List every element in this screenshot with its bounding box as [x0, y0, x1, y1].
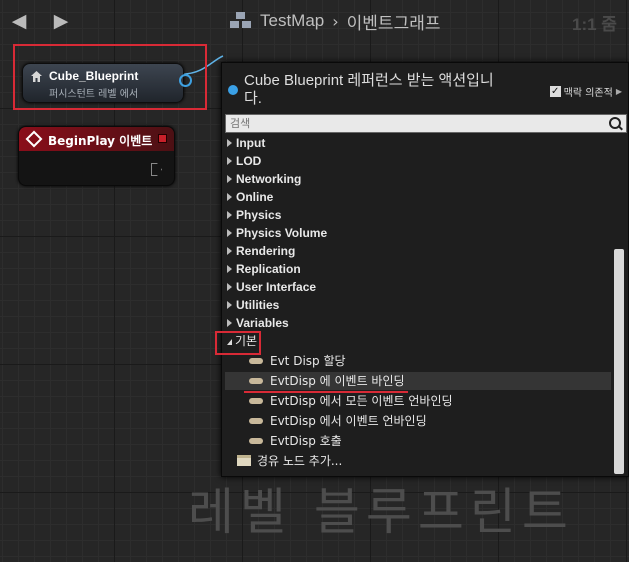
category-label: User Interface — [236, 280, 317, 294]
zoom-level: 1:1 줌 — [572, 15, 617, 34]
category-variables[interactable]: Variables — [225, 314, 611, 332]
menu-item-function[interactable]: EvtDisp 에서 이벤트 언바인딩 — [225, 412, 611, 430]
checkbox-icon[interactable]: ✓ — [549, 86, 561, 97]
category-label: LOD — [236, 154, 262, 168]
expand-arrow-icon — [227, 301, 232, 309]
expand-arrow-icon — [227, 247, 232, 255]
highlight-box-category — [215, 331, 261, 355]
category-replication[interactable]: Replication — [225, 260, 611, 278]
category-label: Networking — [236, 172, 302, 186]
category-rendering[interactable]: Rendering — [225, 242, 611, 260]
event-graph-icon — [230, 12, 252, 30]
delegate-icon — [249, 438, 263, 444]
delegate-icon — [249, 358, 263, 364]
search-input[interactable] — [230, 115, 600, 132]
search-box[interactable] — [225, 114, 627, 133]
category-physics-volume[interactable]: Physics Volume — [225, 224, 611, 242]
expand-arrow-icon — [227, 229, 232, 237]
back-arrow-icon[interactable]: ◀ — [8, 10, 30, 32]
action-menu: Cube Blueprint 레퍼런스 받는 액션입니다. ✓ 맥락 의존적 ▶… — [221, 62, 629, 477]
delegate-icon — [249, 398, 263, 404]
search-icon[interactable] — [609, 117, 621, 129]
scrollbar[interactable] — [614, 249, 624, 474]
category-basic[interactable]: 기본 — [225, 332, 611, 350]
expand-arrow-icon — [227, 283, 232, 291]
category-physics[interactable]: Physics — [225, 206, 611, 224]
watermark-text: 레벨 블루프린트 — [188, 483, 574, 541]
category-utilities[interactable]: Utilities — [225, 296, 611, 314]
category-label: Variables — [236, 316, 289, 330]
context-sensitive-toggle[interactable]: ✓ 맥락 의존적 ▶ — [549, 84, 622, 99]
highlight-underline — [244, 391, 408, 393]
menu-item-label: EvtDisp 에서 모든 이벤트 언바인딩 — [270, 394, 453, 408]
exec-pin-icon[interactable] — [151, 163, 162, 176]
menu-item-function[interactable]: Evt Disp 할당 — [225, 352, 611, 370]
category-label: Utilities — [236, 298, 280, 312]
forward-arrow-icon[interactable]: ▶ — [50, 10, 72, 32]
menu-item-function-selected[interactable]: EvtDisp 에 이벤트 바인딩 — [225, 372, 611, 390]
category-label: Online — [236, 190, 274, 204]
delegate-pin-icon[interactable] — [158, 134, 167, 143]
expand-arrow-icon — [227, 211, 232, 219]
action-list: Input LOD Networking Online Physics Phys… — [225, 134, 611, 474]
beginplay-event-node[interactable]: BeginPlay 이벤트 — [18, 126, 175, 186]
chevron-right-icon[interactable]: ▶ — [616, 87, 622, 96]
expand-arrow-icon — [227, 175, 232, 183]
menu-item-function[interactable]: EvtDisp 에서 모든 이벤트 언바인딩 — [225, 392, 611, 410]
info-dot-icon — [228, 85, 238, 95]
event-node-title: BeginPlay 이벤트 — [48, 134, 153, 148]
delegate-icon — [249, 378, 263, 384]
top-bar: ◀ ▶ TestMap › 이벤트그래프 1:1 줌 — [0, 0, 629, 42]
expand-arrow-icon — [227, 265, 232, 273]
menu-title: Cube Blueprint 레퍼런스 받는 액션입니다. — [244, 72, 494, 107]
category-label: Input — [236, 136, 266, 150]
expand-arrow-icon — [227, 319, 232, 327]
menu-item-label: EvtDisp 에 이벤트 바인딩 — [270, 374, 405, 388]
menu-item-function[interactable]: EvtDisp 호출 — [225, 432, 611, 450]
category-input[interactable]: Input — [225, 134, 611, 152]
menu-item-label: EvtDisp 호출 — [270, 434, 342, 448]
breadcrumb: TestMap › 이벤트그래프 — [230, 8, 441, 34]
category-label: Physics — [236, 208, 282, 222]
context-label: 맥락 의존적 — [563, 88, 613, 99]
expand-arrow-icon — [227, 139, 232, 147]
breadcrumb-map[interactable]: TestMap — [260, 11, 324, 31]
breadcrumb-separator: › — [332, 11, 339, 31]
expand-arrow-icon — [227, 193, 232, 201]
menu-item-reroute[interactable]: 경유 노드 추가... — [225, 452, 611, 470]
category-lod[interactable]: LOD — [225, 152, 611, 170]
category-user-interface[interactable]: User Interface — [225, 278, 611, 296]
highlight-box-node — [13, 44, 207, 110]
menu-item-label: 경유 노드 추가... — [257, 454, 343, 468]
delegate-icon — [249, 418, 263, 424]
reroute-node-icon — [237, 455, 251, 466]
category-label: Physics Volume — [236, 226, 328, 240]
menu-item-label: Evt Disp 할당 — [270, 354, 346, 368]
category-label: Rendering — [236, 244, 296, 258]
breadcrumb-graph[interactable]: 이벤트그래프 — [347, 9, 441, 34]
category-label: Replication — [236, 262, 301, 276]
category-networking[interactable]: Networking — [225, 170, 611, 188]
expand-arrow-icon — [227, 157, 232, 165]
menu-item-label: EvtDisp 에서 이벤트 언바인딩 — [270, 414, 427, 428]
category-online[interactable]: Online — [225, 188, 611, 206]
